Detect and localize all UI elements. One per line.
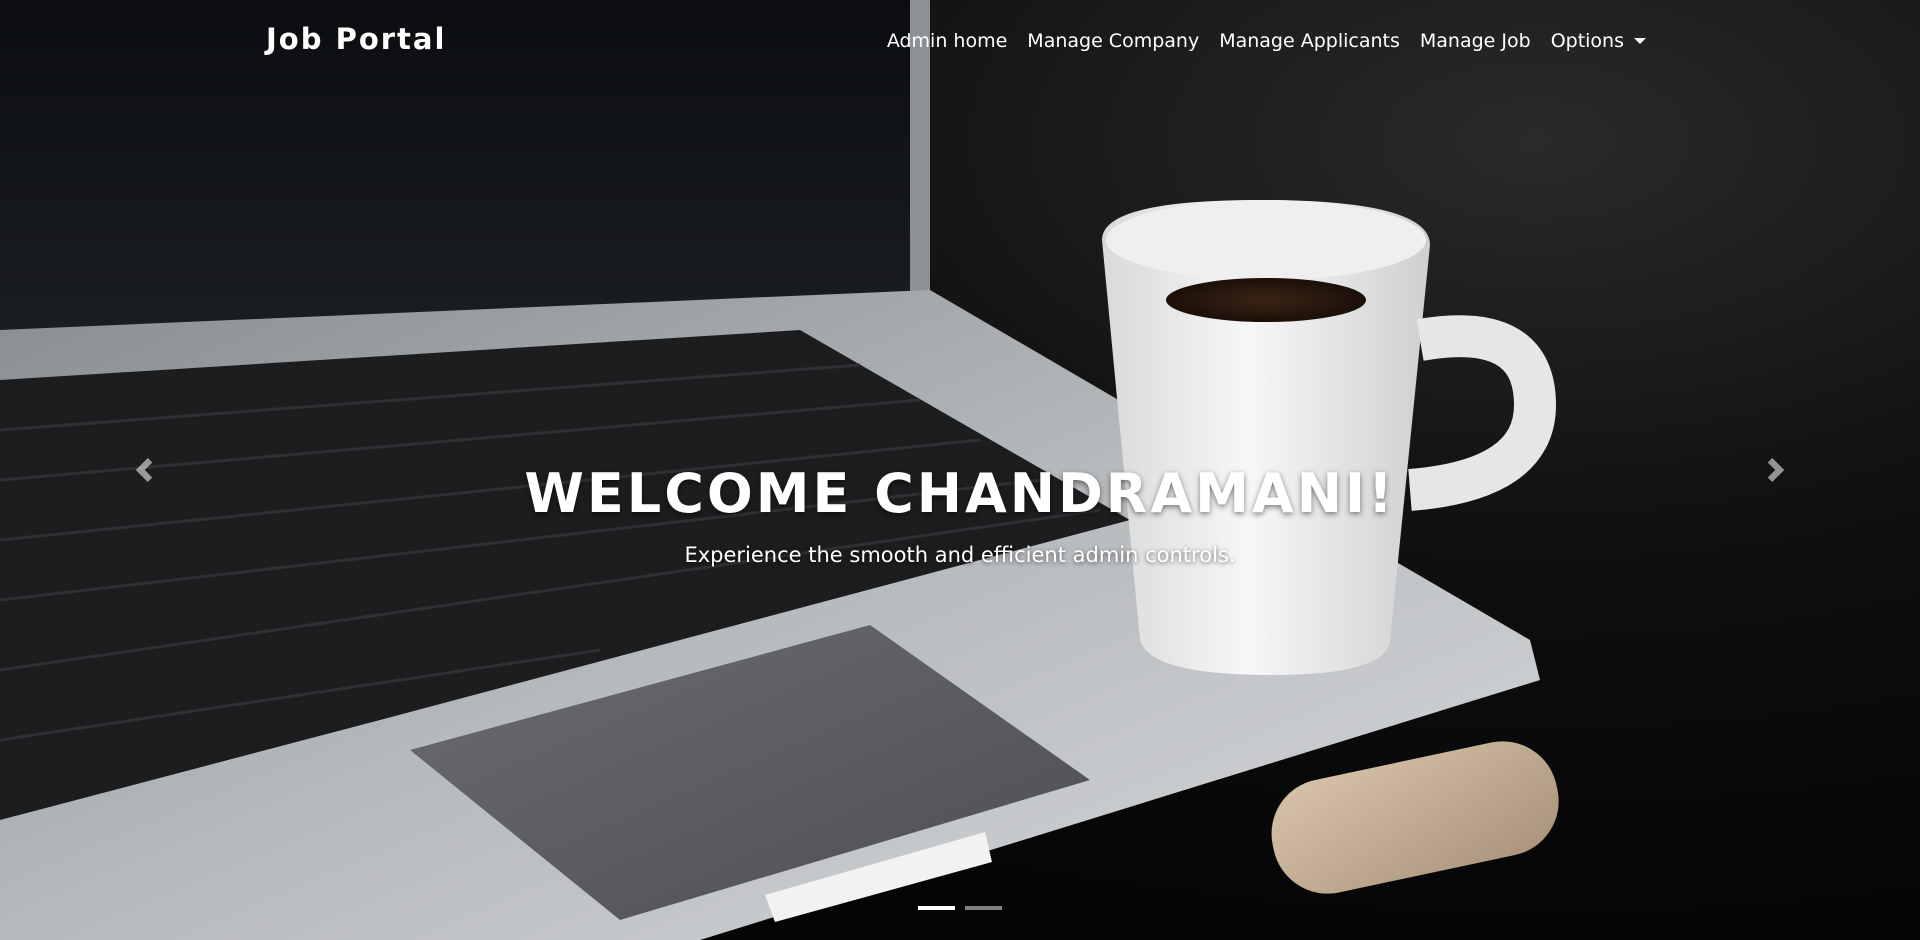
caret-down-icon bbox=[1634, 38, 1646, 44]
nav-options-label: Options bbox=[1550, 30, 1624, 52]
navbar: Job Portal Admin home Manage Company Man… bbox=[0, 0, 1920, 84]
nav-options-dropdown[interactable]: Options bbox=[1551, 30, 1646, 52]
chevron-left-icon bbox=[135, 458, 153, 482]
nav-manage-job[interactable]: Manage Job bbox=[1420, 30, 1531, 52]
nav-admin-home[interactable]: Admin home bbox=[887, 30, 1007, 52]
brand-logo[interactable]: Job Portal bbox=[266, 22, 446, 56]
carousel-next-button[interactable] bbox=[1746, 440, 1806, 500]
carousel-prev-button[interactable] bbox=[114, 440, 174, 500]
carousel-caption: WELCOME CHANDRAMANI! Experience the smoo… bbox=[0, 462, 1920, 567]
nav-links: Admin home Manage Company Manage Applica… bbox=[887, 30, 1646, 52]
carousel-indicator-2[interactable] bbox=[965, 906, 1002, 910]
welcome-subtitle: Experience the smooth and efficient admi… bbox=[684, 543, 1236, 567]
carousel-indicators bbox=[0, 906, 1920, 910]
hero-carousel: Job Portal Admin home Manage Company Man… bbox=[0, 0, 1920, 940]
welcome-heading: WELCOME CHANDRAMANI! bbox=[524, 462, 1396, 525]
nav-manage-company[interactable]: Manage Company bbox=[1027, 30, 1199, 52]
nav-manage-applicants[interactable]: Manage Applicants bbox=[1219, 30, 1400, 52]
chevron-right-icon bbox=[1767, 458, 1785, 482]
carousel-indicator-1[interactable] bbox=[918, 906, 955, 910]
